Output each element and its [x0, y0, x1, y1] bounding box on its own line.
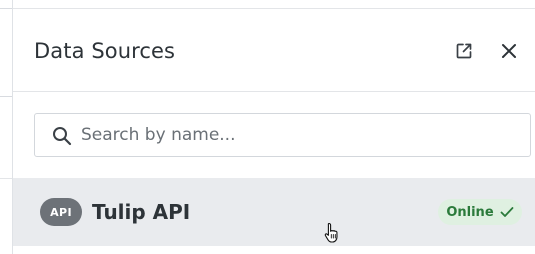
search-box — [34, 113, 531, 157]
status-label: Online — [446, 204, 494, 220]
divider — [0, 96, 12, 97]
panel-title: Data Sources — [34, 39, 176, 63]
search-input[interactable] — [81, 114, 521, 156]
background-page-edge — [0, 0, 12, 254]
search-icon — [53, 127, 72, 146]
source-name: Tulip API — [92, 200, 191, 224]
data-source-row[interactable]: API Tulip API Online — [13, 178, 535, 246]
status-badge: Online — [438, 199, 522, 225]
data-sources-panel: Data Sources API — [12, 0, 535, 254]
check-icon — [500, 207, 514, 217]
open-external-button[interactable] — [450, 37, 478, 65]
panel-header: Data Sources — [13, 9, 535, 92]
list-spacer — [13, 246, 535, 254]
close-button[interactable] — [495, 37, 523, 65]
divider — [0, 178, 12, 179]
screen: Data Sources API — [0, 0, 535, 254]
divider — [0, 8, 12, 9]
external-link-icon — [456, 43, 472, 59]
close-icon — [502, 44, 516, 58]
source-type-badge: API — [40, 198, 82, 226]
